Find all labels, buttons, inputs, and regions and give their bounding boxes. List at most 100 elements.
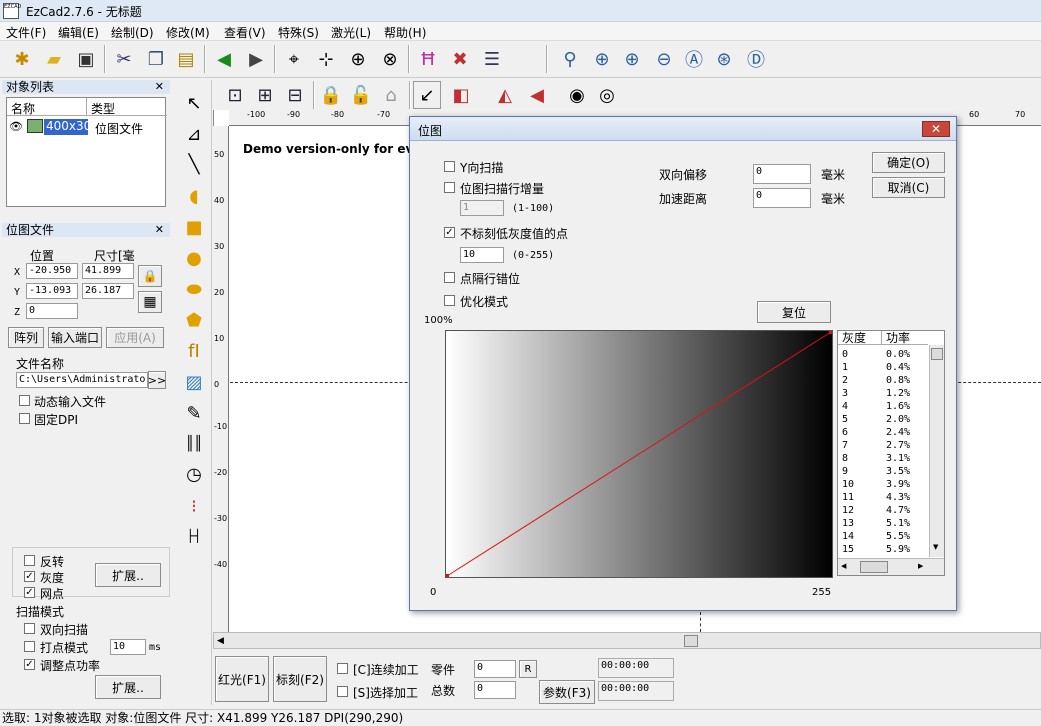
table-row[interactable]: 11 4.3%: [838, 491, 928, 504]
zoom-window-icon[interactable]: ⊕: [618, 45, 646, 73]
table-row[interactable]: 13 5.1%: [838, 517, 928, 530]
object-list[interactable]: 名称 类型 👁 400x30 位图文件: [6, 97, 167, 207]
dot-stagger-checkbox[interactable]: [444, 272, 455, 283]
line-increment-input[interactable]: 1: [460, 200, 504, 216]
unlock-all-icon[interactable]: ⌂: [377, 81, 405, 109]
table-h-scrollbar[interactable]: ◀ ▶: [838, 558, 944, 575]
table-scroll-thumb[interactable]: [931, 348, 943, 360]
input-port-button[interactable]: 输入端口: [48, 327, 102, 348]
table-header-power[interactable]: 功率: [882, 331, 928, 345]
col-name-header[interactable]: 名称: [7, 98, 87, 116]
visible-eye-icon[interactable]: 👁: [9, 120, 23, 133]
vector-file-icon[interactable]: ✎: [180, 399, 208, 427]
undo-icon[interactable]: ◀: [210, 45, 238, 73]
new-file-icon[interactable]: ✱: [8, 45, 36, 73]
red-light-button[interactable]: 红光(F1): [215, 656, 269, 702]
parts-input[interactable]: 0: [474, 660, 516, 678]
extend-axis-icon[interactable]: ├┤: [180, 522, 208, 550]
copy-icon[interactable]: ❐: [142, 45, 170, 73]
table-row[interactable]: 14 5.5%: [838, 530, 928, 543]
params-button[interactable]: 参数(F3): [539, 680, 595, 704]
dither-checkbox[interactable]: ✓: [24, 587, 35, 598]
reset-parts-button[interactable]: R: [519, 660, 537, 678]
table-row[interactable]: 15 5.9%: [838, 543, 928, 556]
apply-button[interactable]: 应用(A): [106, 327, 164, 348]
gray-power-table[interactable]: 灰度 功率 0 0.0% 1 0.4% 2 0.8% 3 1.2% 4 1.6% 5 2.0% 6 2.4…: [837, 330, 945, 576]
table-header-gray[interactable]: 灰度: [838, 331, 882, 345]
reset-button[interactable]: 复位: [757, 301, 831, 323]
line-increment-checkbox[interactable]: [444, 182, 455, 193]
table-row[interactable]: 9 3.5%: [838, 465, 928, 478]
rectangle-tool-icon[interactable]: ■: [180, 213, 208, 241]
show-icon[interactable]: ◉: [563, 81, 591, 109]
adjust-power-checkbox[interactable]: ✓: [24, 659, 35, 670]
ellipse-tool-icon[interactable]: ⬬: [180, 275, 208, 303]
io-signal-icon[interactable]: ⁝: [180, 492, 208, 520]
table-row[interactable]: 8 3.1%: [838, 452, 928, 465]
combine-icon[interactable]: ⊟: [281, 81, 309, 109]
col-type-header[interactable]: 类型: [87, 98, 167, 116]
table-row[interactable]: 2 0.8%: [838, 374, 928, 387]
expand-button-2[interactable]: 扩展..: [95, 675, 161, 699]
list-icon[interactable]: ☰: [478, 45, 506, 73]
select-arrow-icon[interactable]: ↖: [180, 89, 208, 117]
filename-input[interactable]: C:\Users\Administrato: [16, 372, 148, 388]
total-input[interactable]: 0: [474, 681, 516, 699]
zoom-out-icon[interactable]: ⊖: [650, 45, 678, 73]
x-size-input[interactable]: 41.899: [82, 263, 134, 279]
scroll-left-icon[interactable]: ◀: [217, 636, 224, 646]
menu-draw[interactable]: 绘制(D): [111, 24, 154, 41]
cut-icon[interactable]: ✂: [110, 45, 138, 73]
horizontal-scrollbar[interactable]: ◀: [213, 632, 1041, 649]
zoom-icon[interactable]: ⚲: [556, 45, 584, 73]
table-hscroll-thumb[interactable]: [860, 561, 888, 573]
node-align-icon[interactable]: ⊗: [376, 45, 404, 73]
text-tool-icon[interactable]: fI: [180, 337, 208, 365]
table-row[interactable]: 12 4.7%: [838, 504, 928, 517]
y-position-input[interactable]: -13.093: [26, 283, 78, 299]
accel-distance-input[interactable]: 0: [753, 188, 811, 208]
menu-view[interactable]: 查看(V): [224, 24, 266, 41]
curve-start-handle[interactable]: [446, 574, 449, 577]
expand-button[interactable]: 扩展..: [95, 563, 161, 587]
tools-icon[interactable]: ✖: [446, 45, 474, 73]
browse-button[interactable]: >>: [148, 371, 166, 389]
scroll-down-icon[interactable]: ▼: [933, 543, 938, 551]
table-row[interactable]: 10 3.9%: [838, 478, 928, 491]
invert-checkbox[interactable]: [24, 555, 35, 566]
menu-special[interactable]: 特殊(S): [278, 24, 319, 41]
select-process-checkbox[interactable]: [337, 686, 348, 697]
barcode-tool-icon[interactable]: ║║: [180, 430, 208, 458]
skip-low-gray-checkbox[interactable]: ✓: [444, 227, 455, 238]
gray-power-curve-chart[interactable]: [445, 330, 833, 578]
ungroup-icon[interactable]: ⊞: [251, 81, 279, 109]
unlock-icon[interactable]: 🔓: [347, 81, 375, 109]
curve-end-handle[interactable]: [829, 331, 832, 334]
continuous-checkbox[interactable]: [337, 663, 348, 674]
table-row[interactable]: 6 2.4%: [838, 426, 928, 439]
node-select-icon[interactable]: ⊹: [312, 45, 340, 73]
gray-threshold-input[interactable]: 10: [460, 247, 504, 263]
mirror-h-icon[interactable]: ◭: [491, 81, 519, 109]
dialog-close-button[interactable]: ✕: [922, 121, 950, 137]
y-size-input[interactable]: 26.187: [82, 283, 134, 299]
hatch-icon[interactable]: Ħ: [414, 45, 442, 73]
object-row-name[interactable]: 400x30: [44, 119, 91, 135]
node-move-icon[interactable]: ⊕: [344, 45, 372, 73]
redo-icon[interactable]: ▶: [242, 45, 270, 73]
zoom-drag-icon[interactable]: Ⓓ: [742, 45, 770, 73]
bidir-scan-checkbox[interactable]: [24, 623, 35, 634]
scroll-left-icon[interactable]: ◀: [841, 562, 846, 570]
ok-button[interactable]: 确定(O): [872, 152, 945, 173]
menu-file[interactable]: 文件(F): [6, 24, 46, 41]
save-icon[interactable]: ▣: [72, 45, 100, 73]
array-button[interactable]: 阵列: [8, 327, 44, 348]
table-v-scrollbar[interactable]: ▼: [929, 345, 944, 557]
dot-mode-checkbox[interactable]: [24, 641, 35, 652]
x-position-input[interactable]: -20.950: [26, 263, 78, 279]
line-tool-icon[interactable]: ╲: [180, 150, 208, 178]
zoom-in-icon[interactable]: ⊕: [588, 45, 616, 73]
group-icon[interactable]: ⊡: [221, 81, 249, 109]
fixed-dpi-checkbox[interactable]: [19, 413, 30, 424]
close-icon[interactable]: ✕: [155, 80, 164, 94]
